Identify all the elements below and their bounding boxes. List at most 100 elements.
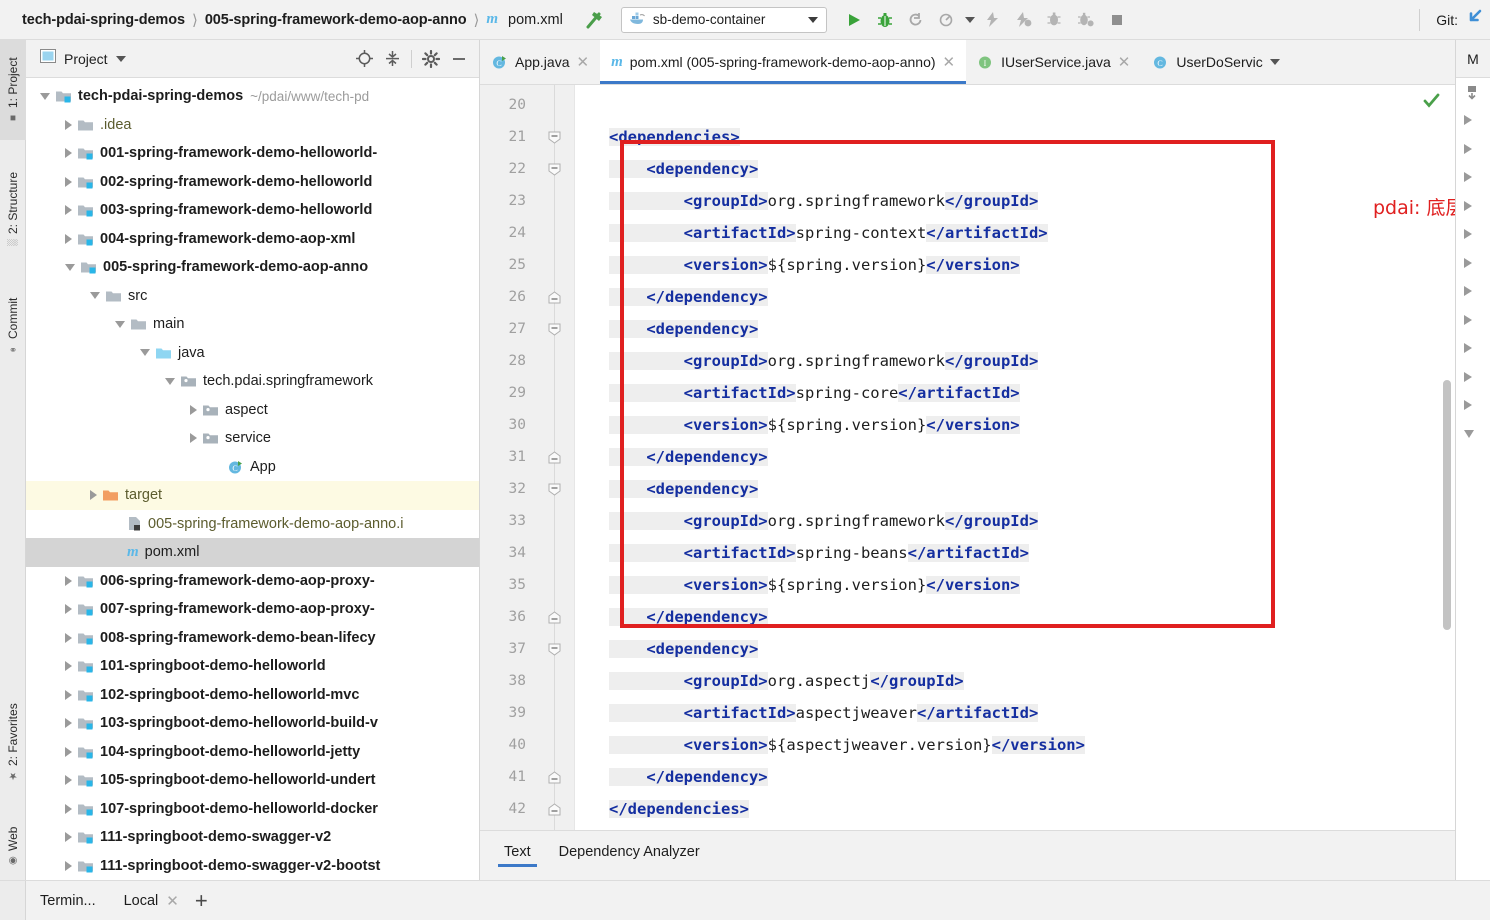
tree-node[interactable]: src — [26, 282, 479, 311]
chevron-right-icon[interactable] — [1464, 372, 1472, 382]
chevron-down-icon[interactable] — [140, 349, 150, 356]
code-line[interactable]: </dependency> — [575, 601, 1455, 633]
editor-bottom-tab[interactable]: Dependency Analyzer — [545, 831, 714, 877]
tree-node[interactable]: CApp — [26, 453, 479, 482]
code-line[interactable]: </dependency> — [575, 761, 1455, 793]
profile-memory-icon[interactable] — [1011, 7, 1037, 33]
chevron-down-icon[interactable] — [116, 56, 126, 62]
chevron-right-icon[interactable] — [1464, 201, 1472, 211]
tree-node[interactable]: 103-springboot-demo-helloworld-build-v — [26, 709, 479, 738]
close-icon[interactable]: ✕ — [943, 55, 956, 70]
chevron-right-icon[interactable] — [65, 718, 72, 728]
code-line[interactable]: <dependency> — [575, 313, 1455, 345]
chevron-right-icon[interactable] — [65, 804, 72, 814]
editor-gutter[interactable]: 2021222324252627282930313233343536373839… — [480, 85, 575, 830]
chevron-right-icon[interactable] — [1464, 286, 1472, 296]
sidebar-item-web[interactable]: ◉ Web — [0, 815, 26, 877]
maven-toolbar-icon[interactable] — [1456, 78, 1490, 106]
tree-node[interactable]: 001-spring-framework-demo-helloworld- — [26, 139, 479, 168]
chevron-right-icon[interactable] — [190, 433, 197, 443]
code-line[interactable]: <version>${spring.version}</version> — [575, 249, 1455, 281]
tree-node[interactable]: 003-spring-framework-demo-helloworld — [26, 196, 479, 225]
sidebar-item-structure[interactable]: ░ 2: Structure — [0, 150, 26, 268]
chevron-right-icon[interactable] — [65, 234, 72, 244]
editor-tab[interactable]: IIUserService.java✕ — [966, 40, 1141, 84]
tree-node[interactable]: 104-springboot-demo-helloworld-jetty — [26, 738, 479, 767]
tree-node[interactable]: tech-pdai-spring-demos~/pdai/www/tech-pd — [26, 82, 479, 111]
close-icon[interactable]: ✕ — [166, 892, 179, 910]
code-fold-toggle[interactable] — [547, 130, 562, 145]
breadcrumb-project[interactable]: tech-pdai-spring-demos — [22, 12, 185, 28]
tree-node[interactable]: main — [26, 310, 479, 339]
tree-node[interactable]: 111-springboot-demo-swagger-v2-bootst — [26, 852, 479, 881]
chevron-down-icon[interactable] — [115, 321, 125, 328]
code-fold-toggle[interactable] — [547, 162, 562, 177]
chevron-right-icon[interactable] — [65, 690, 72, 700]
editor-vertical-scrollbar[interactable] — [1443, 380, 1451, 630]
code-line[interactable]: <groupId>org.springframework</groupId> — [575, 185, 1455, 217]
code-fold-toggle[interactable] — [547, 322, 562, 337]
tree-node[interactable]: mpom.xml — [26, 538, 479, 567]
maven-tree-row[interactable] — [1456, 163, 1490, 192]
maven-tree-row[interactable] — [1456, 334, 1490, 363]
run-configuration-selector[interactable]: sb-demo-container — [621, 7, 827, 33]
editor-bottom-tab[interactable]: Text — [490, 831, 545, 877]
sidebar-item-project[interactable]: ■ 1: Project — [0, 40, 26, 140]
tree-node[interactable]: 005-spring-framework-demo-aop-anno.i — [26, 510, 479, 539]
hide-panel-icon[interactable] — [447, 47, 471, 71]
tree-node[interactable]: 006-spring-framework-demo-aop-proxy- — [26, 567, 479, 596]
maven-tree-row[interactable] — [1456, 306, 1490, 335]
maven-tree-row[interactable] — [1456, 106, 1490, 135]
maven-panel-title[interactable]: M — [1456, 40, 1490, 78]
editor-tab[interactable]: mpom.xml (005-spring-framework-demo-aop-… — [600, 40, 966, 84]
terminal-session-local[interactable]: Local — [110, 893, 173, 909]
maven-tree-row[interactable] — [1456, 420, 1490, 449]
attach-debugger-icon[interactable] — [1042, 7, 1068, 33]
chevron-right-icon[interactable] — [65, 861, 72, 871]
code-line[interactable]: <groupId>org.springframework</groupId> — [575, 345, 1455, 377]
code-line[interactable]: </dependencies> — [575, 793, 1455, 825]
chevron-right-icon[interactable] — [1464, 144, 1472, 154]
collapse-all-icon[interactable] — [380, 47, 404, 71]
chevron-right-icon[interactable] — [1464, 343, 1472, 353]
maven-tree-row[interactable] — [1456, 363, 1490, 392]
code-line[interactable]: <artifactId>spring-context</artifactId> — [575, 217, 1455, 249]
code-line[interactable]: <artifactId>spring-beans</artifactId> — [575, 537, 1455, 569]
chevron-right-icon[interactable] — [65, 148, 72, 158]
tree-node[interactable]: 008-spring-framework-demo-bean-lifecy — [26, 624, 479, 653]
chevron-down-icon[interactable] — [90, 292, 100, 299]
tree-node[interactable]: 111-springboot-demo-swagger-v2 — [26, 823, 479, 852]
tree-node[interactable]: .idea — [26, 111, 479, 140]
chevron-right-icon[interactable] — [65, 661, 72, 671]
chevron-down-icon[interactable] — [165, 378, 175, 385]
chevron-right-icon[interactable] — [190, 405, 197, 415]
code-content[interactable]: <dependencies> <dependency> <groupId>org… — [575, 85, 1455, 830]
tree-node[interactable]: aspect — [26, 396, 479, 425]
tree-node[interactable]: target — [26, 481, 479, 510]
code-line[interactable]: <dependency> — [575, 473, 1455, 505]
code-line[interactable]: </dependency> — [575, 441, 1455, 473]
chevron-down-icon[interactable] — [808, 17, 818, 23]
chevron-down-icon[interactable] — [1464, 430, 1474, 438]
code-line[interactable] — [575, 89, 1455, 121]
code-fold-toggle[interactable] — [547, 770, 562, 785]
attach-process-icon[interactable] — [1073, 7, 1099, 33]
maven-tree-row[interactable] — [1456, 391, 1490, 420]
tree-node[interactable]: 002-spring-framework-demo-helloworld — [26, 168, 479, 197]
chevron-right-icon[interactable] — [1464, 315, 1472, 325]
run-with-coverage-icon[interactable] — [934, 7, 960, 33]
maven-tree-row[interactable] — [1456, 249, 1490, 278]
tree-node[interactable]: service — [26, 424, 479, 453]
profile-cpu-icon[interactable] — [980, 7, 1006, 33]
maven-tree-row[interactable] — [1456, 135, 1490, 164]
project-tree[interactable]: tech-pdai-spring-demos~/pdai/www/tech-pd… — [26, 78, 479, 880]
chevron-down-icon[interactable] — [1270, 59, 1280, 65]
tree-node[interactable]: 102-springboot-demo-helloworld-mvc — [26, 681, 479, 710]
code-line[interactable]: <version>${spring.version}</version> — [575, 569, 1455, 601]
sidebar-item-commit[interactable]: ⚭ Commit — [0, 280, 26, 372]
tree-node[interactable]: 007-spring-framework-demo-aop-proxy- — [26, 595, 479, 624]
chevron-down-icon[interactable] — [965, 17, 975, 23]
breadcrumb-module[interactable]: 005-spring-framework-demo-aop-anno — [205, 12, 467, 28]
chevron-down-icon[interactable] — [40, 93, 50, 100]
code-fold-toggle[interactable] — [547, 290, 562, 305]
